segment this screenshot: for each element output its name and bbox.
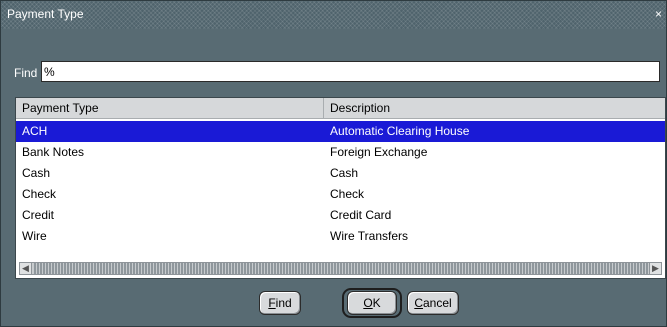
cell-payment-type: Credit — [22, 208, 55, 222]
cell-payment-type: Cash — [22, 166, 51, 180]
list-rows: ACH Automatic Clearing House Bank Notes For… — [16, 121, 665, 247]
list-row[interactable]: Check Check — [16, 184, 665, 205]
ok-button-mnemonic: O — [363, 296, 373, 310]
ok-button-label: K — [372, 296, 381, 310]
list-row[interactable]: Wire Wire Transfers — [16, 226, 665, 247]
column-divider[interactable] — [323, 98, 324, 118]
cancel-button[interactable]: Cancel — [407, 291, 459, 315]
cell-description: Check — [330, 187, 365, 201]
close-icon[interactable]: × — [655, 7, 662, 21]
cancel-button-label: ancel — [422, 296, 452, 310]
find-button[interactable]: Find — [259, 291, 301, 315]
cell-payment-type: Bank Notes — [22, 145, 85, 159]
cell-description: Cash — [330, 166, 359, 180]
scroll-right-icon[interactable]: ▶ — [649, 263, 661, 274]
cell-payment-type: Check — [22, 187, 57, 201]
payment-type-dialog: Payment Type × Find Payment Type Descrip… — [0, 0, 667, 327]
list-row[interactable]: ACH Automatic Clearing House — [16, 121, 665, 142]
list-row[interactable]: Cash Cash — [16, 163, 665, 184]
cell-description: Credit Card — [330, 208, 392, 222]
column-header-payment-type[interactable]: Payment Type — [22, 101, 99, 115]
list-header: Payment Type Description — [16, 98, 665, 119]
dialog-title: Payment Type — [7, 7, 84, 21]
scroll-thumb[interactable] — [33, 263, 648, 274]
cancel-button-mnemonic: C — [414, 296, 423, 310]
results-list: Payment Type Description ACH Automatic Cl… — [15, 97, 666, 279]
column-header-description[interactable]: Description — [330, 101, 390, 115]
scroll-left-icon[interactable]: ◀ — [20, 263, 32, 274]
list-row[interactable]: Bank Notes Foreign Exchange — [16, 142, 665, 163]
ok-button[interactable]: OK — [347, 291, 397, 315]
cell-description: Automatic Clearing House — [330, 124, 470, 138]
find-button-mnemonic: F — [268, 296, 276, 310]
find-button-label: ind — [275, 296, 292, 310]
horizontal-scrollbar[interactable]: ◀ ▶ — [19, 262, 662, 275]
find-input[interactable] — [41, 61, 660, 82]
cell-description: Foreign Exchange — [330, 145, 428, 159]
cell-payment-type: ACH — [22, 124, 48, 138]
title-bar[interactable]: Payment Type × — [1, 1, 666, 29]
cell-payment-type: Wire — [22, 229, 47, 243]
list-row[interactable]: Credit Credit Card — [16, 205, 665, 226]
find-label: Find — [14, 66, 38, 80]
default-button-ring: OK — [342, 288, 402, 318]
cell-description: Wire Transfers — [330, 229, 409, 243]
